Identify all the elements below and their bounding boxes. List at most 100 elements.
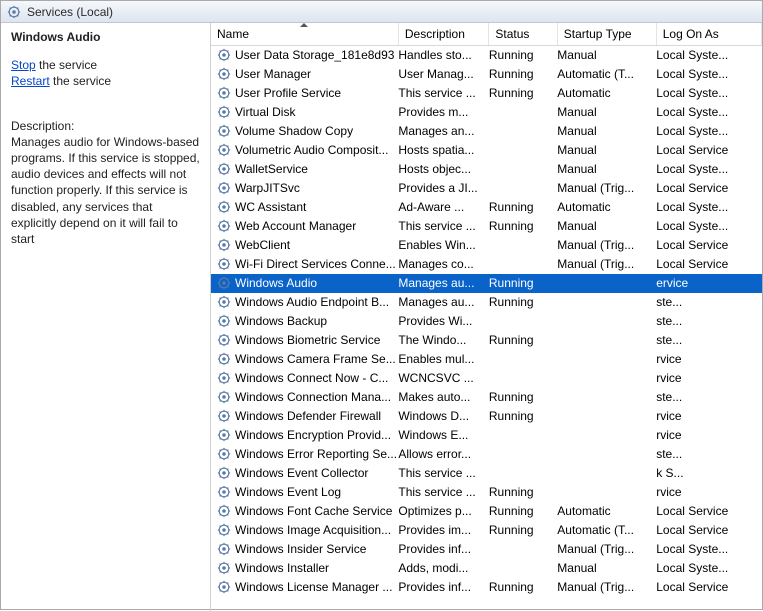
service-name: WebClient (235, 238, 290, 252)
service-name: Windows Connection Mana... (235, 390, 391, 404)
col-log-on-as[interactable]: Log On As (656, 23, 761, 46)
service-startup: Manual (557, 46, 656, 65)
service-description: Manages au... (398, 274, 489, 293)
gear-icon (217, 447, 231, 461)
service-row[interactable]: User ManagerUser Manag...RunningAutomati… (211, 65, 762, 84)
services-icon (7, 5, 21, 19)
service-status: Running (489, 578, 557, 597)
service-name: Windows Error Reporting Se... (235, 447, 397, 461)
service-logon: rvice (656, 426, 761, 445)
service-row[interactable]: Windows License Manager ...Provides inf.… (211, 578, 762, 597)
service-row[interactable]: Wi-Fi Direct Services Conne...Manages co… (211, 255, 762, 274)
service-row[interactable]: Windows Connect Now - C...WCNCSVC ...rvi… (211, 369, 762, 388)
service-logon: ste... (656, 388, 761, 407)
service-description: This service ... (398, 464, 489, 483)
service-row[interactable]: WebClientEnables Win...Manual (Trig...Lo… (211, 236, 762, 255)
service-row[interactable]: Windows Event CollectorThis service ...k… (211, 464, 762, 483)
service-status (489, 236, 557, 255)
service-row[interactable]: Windows Encryption Provid...Windows E...… (211, 426, 762, 445)
service-row[interactable]: Windows BackupProvides Wi...ste... (211, 312, 762, 331)
service-row[interactable]: Volumetric Audio Composit...Hosts spatia… (211, 141, 762, 160)
col-startup-type[interactable]: Startup Type (557, 23, 656, 46)
service-status (489, 464, 557, 483)
service-name: User Data Storage_181e8d93 (235, 48, 394, 62)
service-row[interactable]: Virtual DiskProvides m...ManualLocal Sys… (211, 103, 762, 122)
gear-icon (217, 105, 231, 119)
gear-icon (217, 523, 231, 537)
service-startup: Manual (557, 217, 656, 236)
service-logon: Local Service (656, 578, 761, 597)
service-description: WCNCSVC ... (398, 369, 489, 388)
service-status: Running (489, 483, 557, 502)
service-row[interactable]: WarpJITSvcProvides a JI...Manual (Trig..… (211, 179, 762, 198)
service-row[interactable]: User Data Storage_181e8d93Handles sto...… (211, 46, 762, 65)
service-logon: rvice (656, 483, 761, 502)
service-row[interactable]: Windows Image Acquisition... Provides im.… (211, 521, 762, 540)
service-row[interactable]: User Profile ServiceThis service ...Runn… (211, 84, 762, 103)
service-startup (557, 426, 656, 445)
col-name[interactable]: Name (211, 23, 398, 46)
service-logon: ste... (656, 293, 761, 312)
service-row[interactable]: Windows Audio Endpoint B...Manages au...… (211, 293, 762, 312)
service-name: Windows Audio Endpoint B... (235, 295, 389, 309)
service-name: User Profile Service (235, 86, 341, 100)
service-description: Provides im... (398, 521, 489, 540)
service-row[interactable]: Web Account ManagerThis service ...Runni… (211, 217, 762, 236)
service-name: Windows Encryption Provid... (235, 428, 391, 442)
service-row[interactable]: Windows Insider ServiceProvides inf...Ma… (211, 540, 762, 559)
restart-service-link[interactable]: Restart (11, 74, 50, 88)
service-status: Running (489, 198, 557, 217)
service-status: Running (489, 521, 557, 540)
gear-icon (217, 580, 231, 594)
description-label: Description: (11, 118, 200, 134)
service-row[interactable]: WalletServiceHosts objec...ManualLocal S… (211, 160, 762, 179)
service-name: Windows Event Collector (235, 466, 368, 480)
service-startup (557, 350, 656, 369)
service-name: Windows Defender Firewall (235, 409, 381, 423)
service-description: Makes auto... (398, 388, 489, 407)
gear-icon (217, 181, 231, 195)
service-logon: Local Syste... (656, 198, 761, 217)
column-headers[interactable]: Name Description Status Startup Type Log… (211, 23, 762, 46)
service-row[interactable]: Windows Camera Frame Se...Enables mul...… (211, 350, 762, 369)
service-description: Hosts spatia... (398, 141, 489, 160)
service-status (489, 350, 557, 369)
service-startup (557, 369, 656, 388)
service-logon: ste... (656, 312, 761, 331)
service-logon: Local Syste... (656, 559, 761, 578)
service-name: Windows Image Acquisition... (235, 523, 391, 537)
services-list[interactable]: Name Description Status Startup Type Log… (211, 23, 762, 611)
gear-icon (217, 390, 231, 404)
service-startup (557, 388, 656, 407)
service-name: WarpJITSvc (235, 181, 300, 195)
service-row[interactable]: Windows Error Reporting Se...Allows erro… (211, 445, 762, 464)
service-description: Ad-Aware ... (398, 198, 489, 217)
service-row[interactable]: Windows Biometric ServiceThe Windo...Run… (211, 331, 762, 350)
service-description: This service ... (398, 217, 489, 236)
service-row[interactable]: Volume Shadow CopyManages an...ManualLoc… (211, 122, 762, 141)
service-status (489, 160, 557, 179)
stop-service-link[interactable]: Stop (11, 58, 36, 72)
col-description[interactable]: Description (398, 23, 489, 46)
service-startup (557, 483, 656, 502)
service-row[interactable]: Windows Event LogThis service ...Running… (211, 483, 762, 502)
service-description: Hosts objec... (398, 160, 489, 179)
service-status (489, 179, 557, 198)
gear-icon (217, 219, 231, 233)
service-row[interactable]: Windows Font Cache ServiceOptimizes p...… (211, 502, 762, 521)
service-row[interactable]: Windows InstallerAdds, modi...ManualLoca… (211, 559, 762, 578)
service-description: This service ... (398, 483, 489, 502)
service-name: User Manager (235, 67, 311, 81)
service-status: Running (489, 407, 557, 426)
service-startup (557, 331, 656, 350)
service-status: Running (489, 331, 557, 350)
service-row[interactable]: WC AssistantAd-Aware ...RunningAutomatic… (211, 198, 762, 217)
service-row[interactable]: Windows Defender FirewallWindows D...Run… (211, 407, 762, 426)
service-startup: Automatic (557, 84, 656, 103)
service-startup (557, 274, 656, 293)
service-row[interactable]: Windows Connection Mana...Makes auto...R… (211, 388, 762, 407)
gear-icon (217, 257, 231, 271)
gear-icon (217, 276, 231, 290)
col-status[interactable]: Status (489, 23, 557, 46)
service-row[interactable]: Windows AudioManages au...Runningervice (211, 274, 762, 293)
